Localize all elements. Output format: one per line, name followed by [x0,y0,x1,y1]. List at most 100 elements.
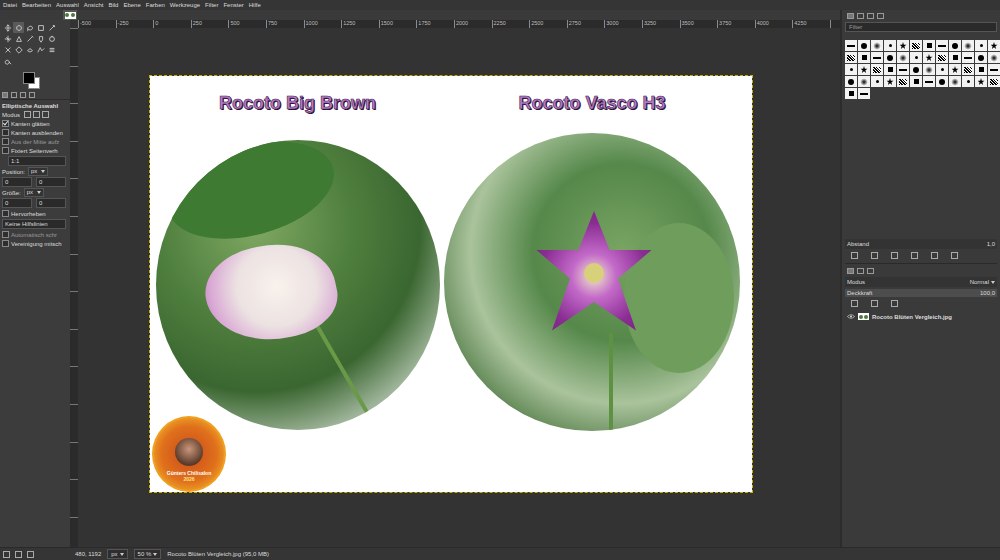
save-options-icon[interactable] [3,551,10,558]
brush-cell[interactable] [871,40,883,51]
tool-button[interactable] [24,33,35,44]
action-icon[interactable] [931,252,938,259]
unit-dropdown[interactable]: px [28,167,48,176]
menu-item[interactable]: Filter [205,0,218,10]
checkbox[interactable] [2,147,9,154]
brush-cell[interactable] [910,52,922,63]
action-icon[interactable] [871,252,878,259]
undo-tab-icon[interactable] [20,92,26,98]
brush-cell[interactable] [923,64,935,75]
tool-button[interactable] [46,44,57,55]
tool-button[interactable] [35,22,46,33]
image-tab[interactable] [63,10,77,20]
brush-cell[interactable] [988,40,1000,51]
image-canvas[interactable]: Rocoto Big BrownRocoto Vasco H3Günters C… [150,76,752,492]
tool-button[interactable] [2,33,13,44]
mode-subtract-icon[interactable] [42,111,49,118]
lock-position-icon[interactable] [871,300,878,307]
brush-tab-icon[interactable] [847,13,854,19]
pattern-tab-icon[interactable] [857,13,864,19]
checkbox[interactable] [2,120,9,127]
menu-item[interactable]: Ansicht [84,0,104,10]
ratio-field[interactable]: 1:1 [8,156,66,166]
brush-cell[interactable] [858,88,870,99]
unit-dropdown[interactable]: px [24,188,44,197]
option-checkbox[interactable]: Kanten glätten [2,119,70,128]
brush-cell[interactable] [858,52,870,63]
brush-cell[interactable] [858,76,870,87]
layer-mode[interactable]: ModusNormal [845,277,997,287]
tool-button[interactable] [46,22,57,33]
brush-cell[interactable] [936,40,948,51]
font-tab-icon[interactable] [867,13,874,19]
brush-cell[interactable] [871,64,883,75]
device-status-tab-icon[interactable] [11,92,17,98]
brush-cell[interactable] [884,76,896,87]
spin-field[interactable]: 0 [36,198,66,208]
menu-item[interactable]: Datei [3,0,17,10]
brush-cell[interactable] [845,64,857,75]
brush-cell[interactable] [949,76,961,87]
brush-cell[interactable] [897,40,909,51]
brush-cell[interactable] [897,52,909,63]
eye-icon[interactable] [847,314,855,319]
option-checkbox[interactable]: Aus der Mitte aufz [2,137,70,146]
option-checkbox[interactable]: Fixiert Seitenverh [2,146,70,155]
brush-filter-field[interactable]: Filter [845,22,997,32]
spin-field[interactable]: 0 [2,198,32,208]
brush-cell[interactable] [936,76,948,87]
restore-icon[interactable] [15,551,22,558]
brush-cell[interactable] [845,76,857,87]
brush-cell[interactable] [962,76,974,87]
layers-tab-icon[interactable] [847,268,854,274]
lock-pixels-icon[interactable] [851,300,858,307]
brush-cell[interactable] [910,76,922,87]
delete-icon[interactable] [27,551,34,558]
tool-button[interactable] [13,22,24,33]
tool-button[interactable] [35,33,46,44]
brush-cell[interactable] [962,64,974,75]
checkbox[interactable] [2,138,9,145]
guides-dropdown[interactable]: Keine Hilfslinien [2,219,66,229]
tool-button[interactable] [2,22,13,33]
tool-button[interactable] [13,44,24,55]
brush-cell[interactable] [975,40,987,51]
brush-cell[interactable] [858,40,870,51]
checkbox[interactable] [2,129,9,136]
brush-cell[interactable] [949,52,961,63]
brush-cell[interactable] [949,40,961,51]
menu-item[interactable]: Hilfe [249,0,261,10]
unit-dropdown[interactable]: px [107,549,127,559]
brush-cell[interactable] [910,64,922,75]
brush-cell[interactable] [845,52,857,63]
tool-button[interactable] [46,33,57,44]
brush-cell[interactable] [975,76,987,87]
brush-cell[interactable] [897,76,909,87]
checkbox[interactable] [2,210,9,217]
menu-item[interactable]: Bearbeiten [22,0,51,10]
tool-button[interactable] [35,44,46,55]
checkbox[interactable] [2,240,9,247]
brush-cell[interactable] [962,40,974,51]
brush-cell[interactable] [936,64,948,75]
brush-cell[interactable] [923,40,935,51]
checkbox[interactable] [2,231,9,238]
zoom-dropdown[interactable]: 50 % [134,549,162,559]
menu-item[interactable]: Werkzeuge [170,0,200,10]
option-checkbox[interactable]: Kanten ausblenden [2,128,70,137]
brush-cell[interactable] [936,52,948,63]
option-checkbox[interactable]: Vereinigung mitsch [2,239,70,248]
channels-tab-icon[interactable] [857,268,864,274]
color-swatches[interactable] [23,72,43,88]
menu-item[interactable]: Bild [108,0,118,10]
action-icon[interactable] [911,252,918,259]
menu-item[interactable]: Ebene [123,0,140,10]
foreground-color[interactable] [23,72,35,84]
brush-cell[interactable] [988,76,1000,87]
brush-cell[interactable] [988,52,1000,63]
tool-button[interactable] [24,44,35,55]
tool-button[interactable] [2,44,13,55]
brush-cell[interactable] [923,76,935,87]
lock-alpha-icon[interactable] [891,300,898,307]
brush-cell[interactable] [975,52,987,63]
